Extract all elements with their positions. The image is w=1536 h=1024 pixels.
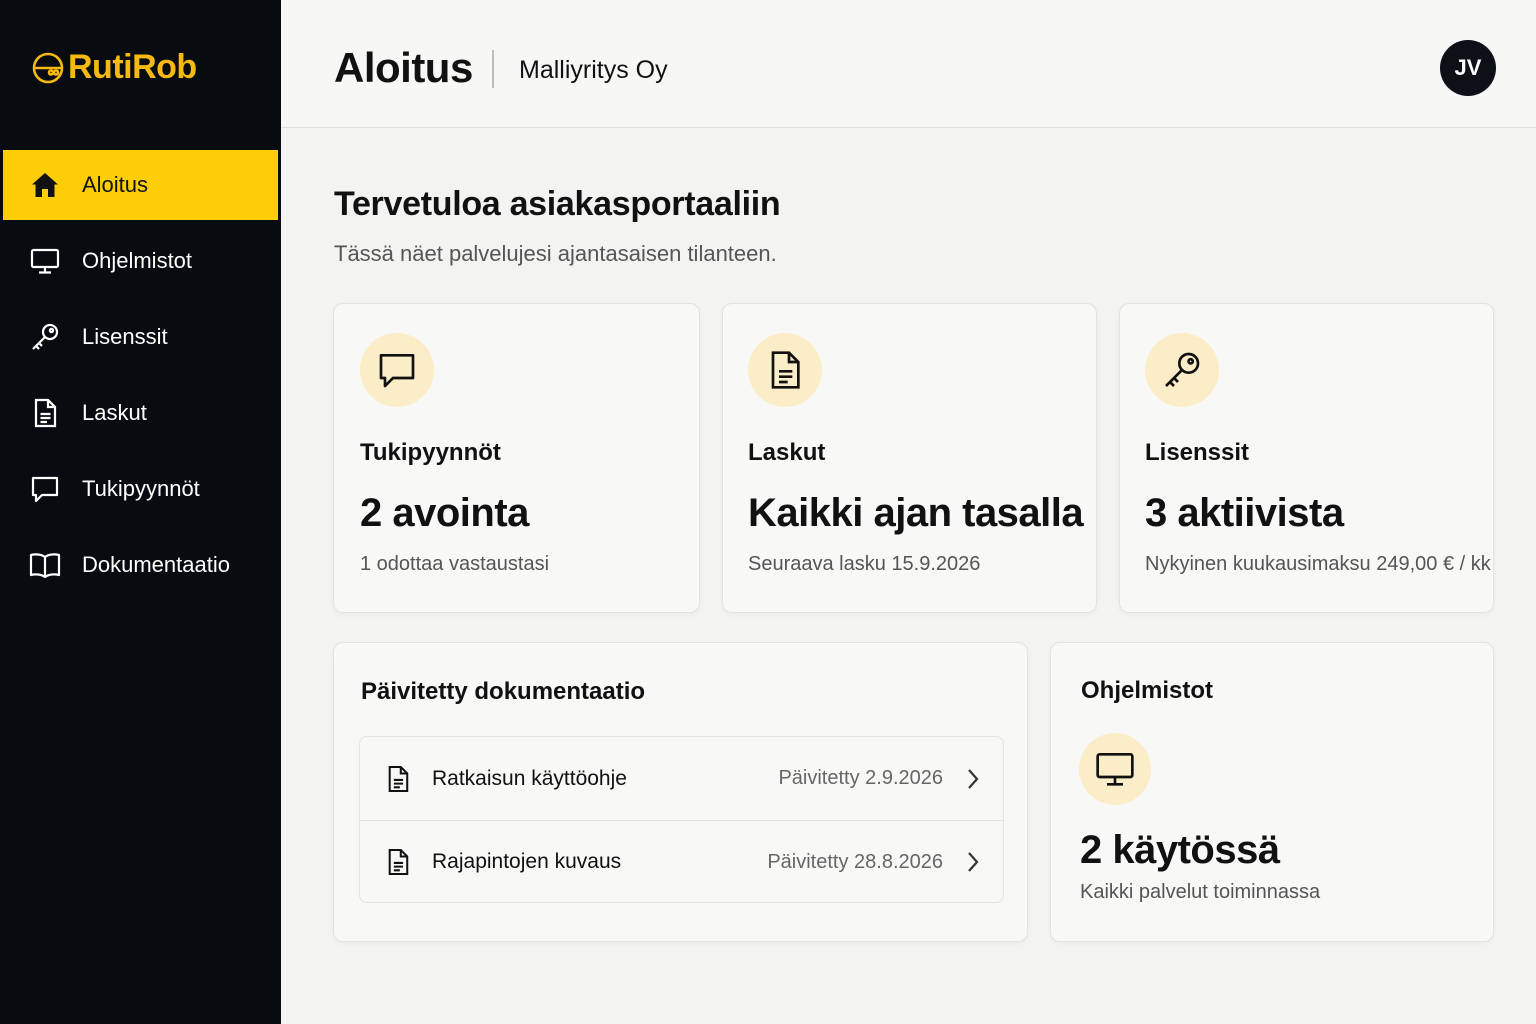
sidebar: RutiRob Aloitus Ohjelmistot Lisenssit La… <box>0 0 281 1024</box>
software-note: Kaikki palvelut toiminnassa <box>1080 881 1321 903</box>
software-title: Ohjelmistot <box>1081 677 1214 704</box>
card-label: Laskut <box>748 439 826 466</box>
welcome-title: Tervetuloa asiakasportaaliin <box>334 185 781 223</box>
document-icon <box>384 765 412 793</box>
header: Aloitus Malliyritys Oy JV <box>281 0 1536 128</box>
book-icon <box>29 549 61 581</box>
lisenssit-card[interactable]: Lisenssit 3 aktiivista Nykyinen kuukausi… <box>1119 303 1494 613</box>
sidebar-item-aloitus[interactable]: Aloitus <box>3 150 278 220</box>
chat-bubble-icon <box>360 333 434 407</box>
document-icon <box>384 848 412 876</box>
sidebar-item-laskut[interactable]: Laskut <box>3 378 278 448</box>
page-title: Aloitus <box>334 44 473 91</box>
card-value: 2 avointa <box>360 491 529 535</box>
sidebar-nav: Aloitus Ohjelmistot Lisenssit Laskut Tuk… <box>3 150 278 606</box>
document-icon <box>29 397 61 429</box>
laskut-card[interactable]: Laskut Kaikki ajan tasalla Seuraava lask… <box>722 303 1097 613</box>
header-divider <box>492 50 494 88</box>
sidebar-item-label: Ohjelmistot <box>82 248 193 273</box>
ohjelmistot-card[interactable]: Ohjelmistot 2 käytössä Kaikki palvelut t… <box>1050 642 1494 942</box>
card-note: 1 odottaa vastaustasi <box>360 553 550 575</box>
document-icon <box>748 333 822 407</box>
card-value: Kaikki ajan tasalla <box>748 491 1084 535</box>
card-label: Tukipyynnöt <box>360 439 501 466</box>
sidebar-item-ohjelmistot[interactable]: Ohjelmistot <box>3 226 278 296</box>
doc-title: Ratkaisun käyttöohje <box>432 766 627 790</box>
key-icon <box>29 321 61 353</box>
sidebar-item-label: Tukipyynnöt <box>82 476 200 501</box>
documentation-card: Päivitetty dokumentaatio Ratkaisun käytt… <box>333 642 1028 942</box>
sidebar-item-label: Dokumentaatio <box>82 552 230 577</box>
robot-face-icon <box>30 50 66 86</box>
card-note: Nykyinen kuukausimaksu 249,00 € / kk <box>1145 553 1491 575</box>
home-icon <box>29 169 61 201</box>
monitor-icon <box>1079 733 1151 805</box>
card-value: 3 aktiivista <box>1145 491 1344 535</box>
sidebar-item-lisenssit[interactable]: Lisenssit <box>3 302 278 372</box>
sidebar-item-label: Laskut <box>82 400 147 425</box>
monitor-icon <box>29 245 61 277</box>
chat-bubble-icon <box>29 473 61 505</box>
logo-text: RutiRob <box>68 48 197 86</box>
chevron-right-icon <box>963 850 983 874</box>
doc-title: Rajapintojen kuvaus <box>432 850 622 873</box>
sidebar-item-label: Lisenssit <box>82 324 168 349</box>
software-value: 2 käytössä <box>1080 828 1280 872</box>
logo[interactable]: RutiRob <box>30 48 197 87</box>
doc-date: Päivitetty 28.8.2026 <box>767 850 943 873</box>
key-icon <box>1145 333 1219 407</box>
list-item[interactable]: Ratkaisun käyttöohje Päivitetty 2.9.2026 <box>360 737 1003 820</box>
avatar[interactable]: JV <box>1440 40 1496 96</box>
sidebar-item-tukipyynnot[interactable]: Tukipyynnöt <box>3 454 278 524</box>
list-item[interactable]: Rajapintojen kuvaus Päivitetty 28.8.2026 <box>360 820 1003 902</box>
sidebar-item-label: Aloitus <box>82 172 149 197</box>
chevron-right-icon <box>963 767 983 791</box>
welcome-subtitle: Tässä näet palvelujesi ajantasaisen tila… <box>334 241 777 266</box>
card-note: Seuraava lasku 15.9.2026 <box>748 553 981 575</box>
docs-list: Ratkaisun käyttöohje Päivitetty 2.9.2026… <box>359 736 1004 903</box>
docs-title: Päivitetty dokumentaatio <box>361 678 646 705</box>
company-name: Malliyritys Oy <box>519 56 668 84</box>
card-label: Lisenssit <box>1145 439 1250 466</box>
tukipyynnot-card[interactable]: Tukipyynnöt 2 avointa 1 odottaa vastaust… <box>333 303 700 613</box>
doc-date: Päivitetty 2.9.2026 <box>778 767 943 789</box>
sidebar-item-dokumentaatio[interactable]: Dokumentaatio <box>3 530 278 600</box>
